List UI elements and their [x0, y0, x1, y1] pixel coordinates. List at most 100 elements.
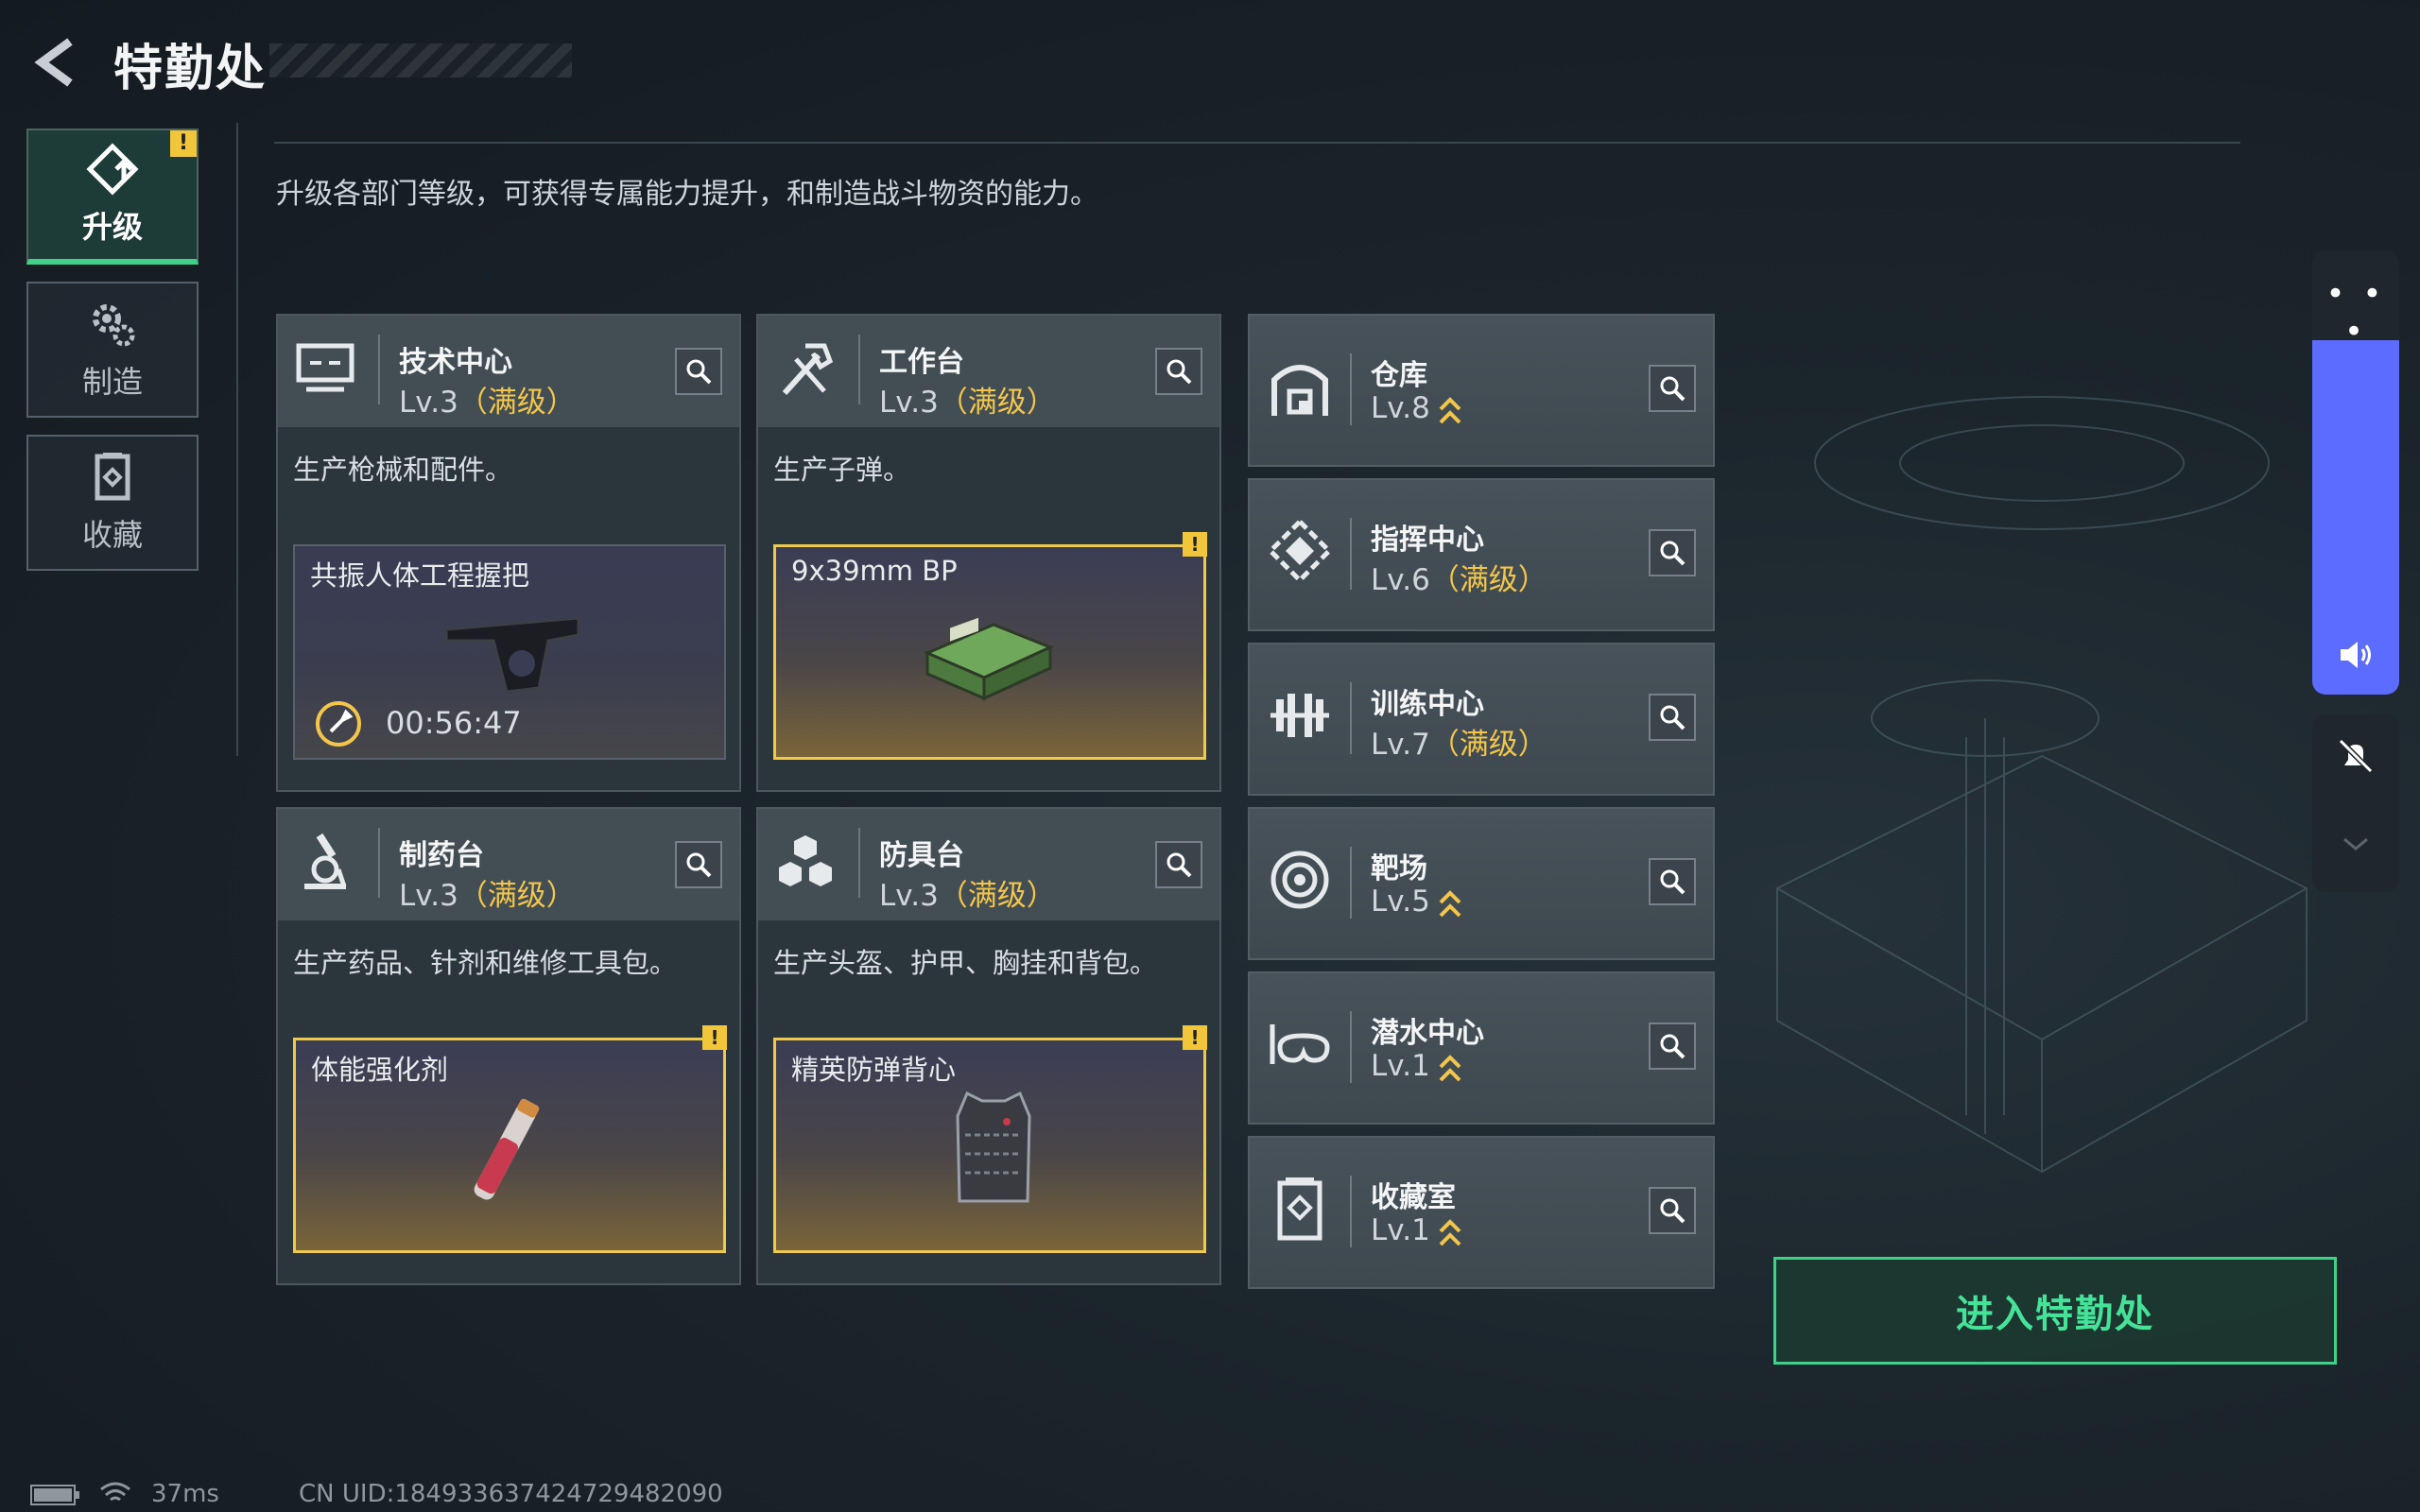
craft-item-name: 9x39mm BP: [791, 555, 958, 587]
workshop-name: 工作台: [879, 346, 964, 379]
microscope-icon: [304, 833, 347, 889]
craft-slot[interactable]: ! 精英防弹背心: [773, 1025, 1207, 1253]
cubes-icon: [779, 835, 832, 886]
craft-slot[interactable]: ! 9x39mm BP: [773, 532, 1207, 760]
ping-readout: 37ms: [151, 1480, 219, 1508]
facility-collection-room[interactable]: 收藏室 Lv.1: [1248, 1136, 1715, 1289]
nav-upgrade-label: 升级: [81, 209, 143, 245]
inspect-button[interactable]: [1649, 1022, 1696, 1070]
facility-name: 训练中心: [1371, 688, 1484, 721]
search-icon: [1660, 705, 1685, 730]
divider-horizontal: [274, 142, 2240, 144]
workshop-name: 制药台: [399, 839, 484, 872]
craft-ready-badge: !: [1183, 1025, 1207, 1050]
upgrade-chevron-icon: [1439, 1218, 1461, 1246]
search-icon: [1660, 869, 1685, 895]
search-icon: [1660, 376, 1685, 402]
craft-slot[interactable]: ! 体能强化剂: [293, 1025, 727, 1253]
facility-level: Lv.1: [1371, 1213, 1462, 1248]
workshop-description: 生产子弹。: [773, 454, 911, 486]
hammer-icon: [782, 343, 834, 396]
upgrade-chevron-icon: [1439, 1054, 1461, 1081]
upgrade-icon: [86, 143, 139, 196]
side-volume-panel[interactable]: • • •: [2312, 250, 2399, 695]
nav-upgrade[interactable]: ! 升级: [26, 129, 199, 265]
card-separator: [378, 335, 380, 404]
inspect-button[interactable]: [1649, 529, 1696, 576]
search-icon: [686, 852, 712, 878]
facility-name: 指挥中心: [1371, 524, 1484, 557]
craft-ready-badge: !: [702, 1025, 727, 1050]
workshop-description: 生产药品、针剂和维修工具包。: [293, 947, 678, 979]
facility-shooting-range[interactable]: 靶场 Lv.5: [1248, 807, 1715, 960]
wrench-timer-icon: [316, 701, 361, 747]
back-arrow-icon[interactable]: [28, 36, 81, 89]
ammo-box-image: [924, 617, 1054, 701]
facility-separator: [1350, 518, 1352, 590]
side-mute-panel[interactable]: [2312, 714, 2399, 892]
command-icon: [1267, 518, 1333, 584]
workshop-level: Lv.3（满级）: [399, 879, 576, 913]
nav-collection-label: 收藏: [81, 517, 143, 553]
speaker-icon[interactable]: [2337, 636, 2375, 674]
craft-item-name: 体能强化剂: [311, 1054, 449, 1086]
facility-warehouse[interactable]: 仓库 Lv.8: [1248, 314, 1715, 467]
workshop-card-pharmacy[interactable]: 制药台 Lv.3（满级） 生产药品、针剂和维修工具包。 ! 体能强化剂: [276, 807, 741, 1285]
inspect-button[interactable]: [675, 841, 722, 888]
nav-craft[interactable]: 制造: [26, 282, 199, 418]
workshop-card-workbench[interactable]: 工作台 Lv.3（满级） 生产子弹。 ! 9x39mm BP: [756, 314, 1221, 792]
inspect-button[interactable]: [1649, 694, 1696, 741]
chevron-down-icon[interactable]: [2342, 837, 2369, 852]
enter-special-ops-button[interactable]: 进入特勤处: [1773, 1257, 2337, 1365]
nav-collection[interactable]: 收藏: [26, 435, 199, 571]
computer-icon: [296, 343, 354, 392]
inspect-button[interactable]: [1155, 348, 1202, 395]
facility-separator: [1350, 1176, 1352, 1247]
divider-vertical: [236, 123, 238, 756]
search-icon: [1660, 541, 1685, 566]
vest-item-image: [956, 1091, 1031, 1203]
nav-alert-badge: !: [170, 130, 197, 157]
workshop-name: 技术中心: [399, 346, 512, 379]
facility-level: Lv.6（满级）: [1371, 563, 1547, 597]
volume-slider[interactable]: [2312, 340, 2399, 695]
card-header: 制药台 Lv.3（满级）: [278, 809, 739, 920]
inspect-button[interactable]: [1649, 365, 1696, 412]
page-description: 升级各部门等级，可获得专属能力提升，和制造战斗物资的能力。: [276, 178, 1098, 211]
craft-item-name: 共振人体工程握把: [310, 559, 530, 592]
more-options-icon[interactable]: • • •: [2312, 275, 2399, 351]
facility-level: Lv.8: [1371, 391, 1462, 426]
uid-readout: CN UID:184933637424729482090: [299, 1480, 723, 1508]
facility-name: 仓库: [1371, 359, 1427, 392]
card-header: 工作台 Lv.3（满级）: [758, 316, 1219, 427]
warehouse-icon: [1271, 365, 1328, 416]
upgrade-chevron-icon: [1439, 889, 1461, 917]
facility-training-center[interactable]: 训练中心 Lv.7（满级）: [1248, 643, 1715, 796]
workshop-level: Lv.3（满级）: [879, 386, 1056, 420]
inspect-button[interactable]: [1649, 1187, 1696, 1234]
facility-diving-center[interactable]: 潜水中心 Lv.1: [1248, 971, 1715, 1125]
dumbbell-icon: [1270, 694, 1329, 737]
facility-level: Lv.5: [1371, 885, 1462, 919]
bell-off-icon[interactable]: [2335, 735, 2377, 777]
facility-name: 潜水中心: [1371, 1017, 1484, 1050]
nav-craft-label: 制造: [81, 364, 143, 400]
inspect-button[interactable]: [675, 348, 722, 395]
battery-icon: [30, 1485, 79, 1505]
facility-separator: [1350, 682, 1352, 754]
wifi-icon: [100, 1482, 130, 1502]
collection-room-icon: [1277, 1177, 1322, 1241]
craft-slot[interactable]: 共振人体工程握把 00:56:47: [293, 544, 726, 760]
search-icon: [1167, 852, 1192, 878]
injector-item-image: [474, 1098, 540, 1200]
facility-command-center[interactable]: 指挥中心 Lv.6（满级）: [1248, 478, 1715, 631]
inspect-button[interactable]: [1649, 858, 1696, 905]
search-icon: [1660, 1034, 1685, 1059]
upgrade-chevron-icon: [1439, 396, 1461, 423]
card-separator: [378, 828, 380, 898]
workshop-card-tech[interactable]: 技术中心 Lv.3（满级） 生产枪械和配件。 共振人体工程握把 00:56:47: [276, 314, 741, 792]
page-title: 特勤处: [113, 41, 268, 97]
workshop-card-armor[interactable]: 防具台 Lv.3（满级） 生产头盔、护甲、胸挂和背包。 ! 精英防弹背心: [756, 807, 1221, 1285]
inspect-button[interactable]: [1155, 841, 1202, 888]
search-icon: [1660, 1198, 1685, 1224]
